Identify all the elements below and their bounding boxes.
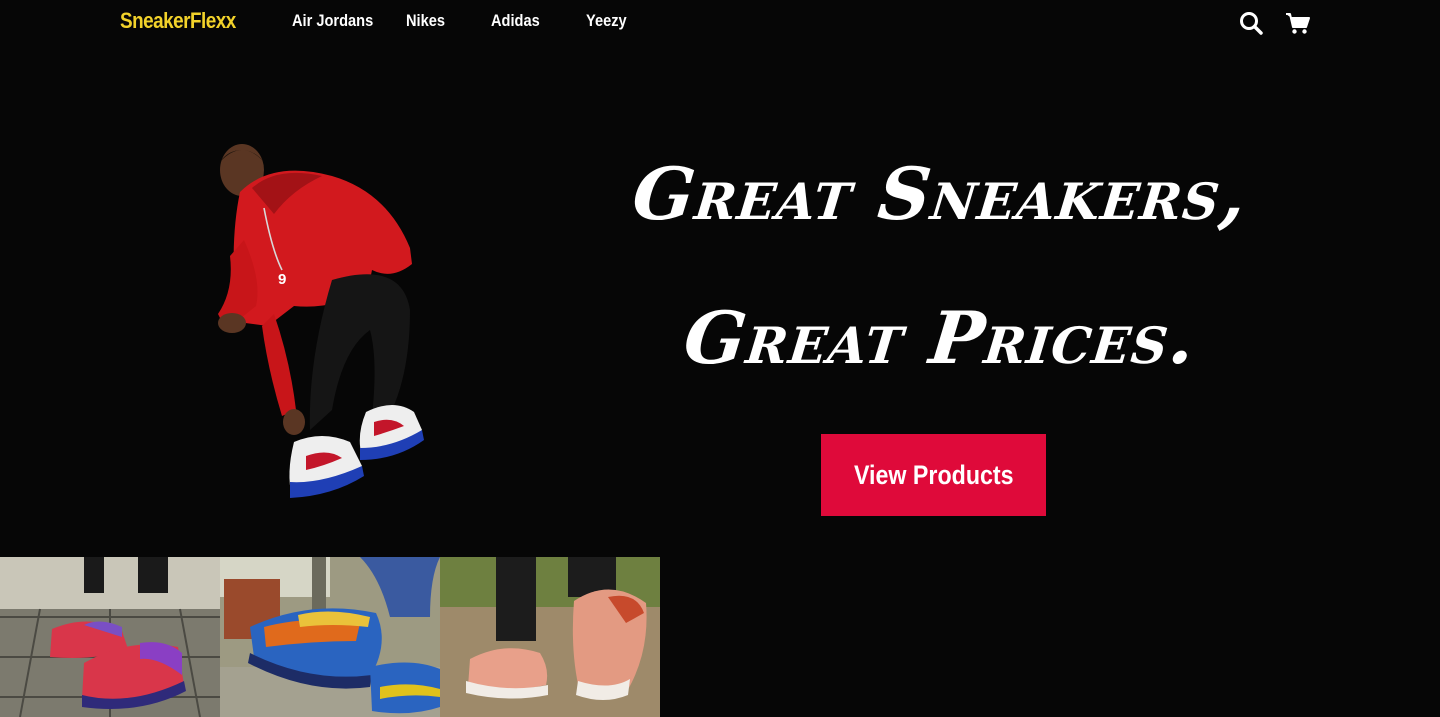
- nav-link-nikes[interactable]: Nikes: [406, 11, 445, 31]
- page: SneakerFlexx Air Jordans Nikes Adidas Ye…: [0, 0, 1440, 717]
- product-gallery: [0, 557, 660, 717]
- view-products-button[interactable]: View Products: [821, 434, 1046, 516]
- shopping-cart-icon[interactable]: [1285, 10, 1311, 36]
- nav-links: Air Jordans Nikes Adidas Yeezy: [292, 11, 633, 31]
- nav-link-yeezy[interactable]: Yeezy: [586, 11, 627, 31]
- gallery-image-2[interactable]: [220, 557, 440, 717]
- hero-headline-line-1: Great Sneakers,: [628, 151, 1252, 236]
- svg-text:9: 9: [278, 271, 286, 288]
- gallery-image-3[interactable]: [440, 557, 660, 717]
- search-icon[interactable]: [1238, 10, 1264, 36]
- nav-link-adidas[interactable]: Adidas: [491, 11, 540, 31]
- hero-headline-line-2: Great Prices.: [680, 295, 1200, 380]
- view-products-label: View Products: [853, 459, 1014, 490]
- gallery-image-1[interactable]: [0, 557, 220, 717]
- nav-link-air-jordans[interactable]: Air Jordans: [292, 11, 373, 31]
- site-logo[interactable]: SneakerFlexx: [120, 8, 236, 34]
- top-nav: SneakerFlexx Air Jordans Nikes Adidas Ye…: [0, 0, 1440, 44]
- hero-headline: Great Sneakers, Great Prices.: [560, 150, 1320, 380]
- hero-image: 9: [182, 130, 484, 517]
